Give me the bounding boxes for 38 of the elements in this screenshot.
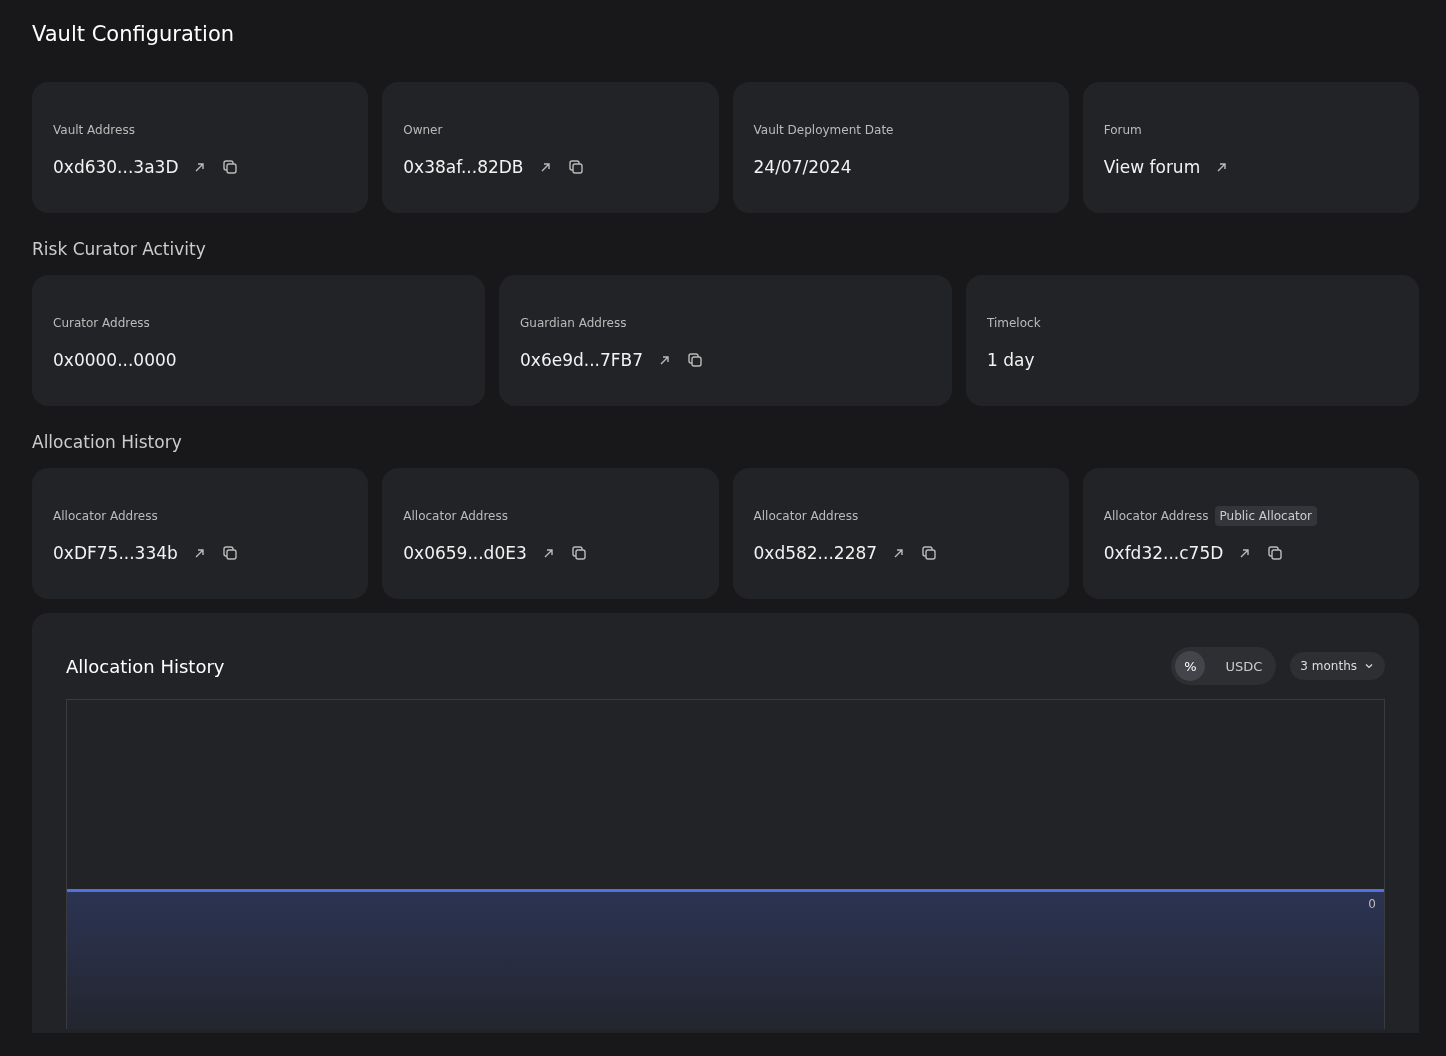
section-heading: Allocation History	[32, 432, 183, 452]
copy-icon[interactable]	[567, 158, 584, 175]
card-label: Owner	[403, 122, 443, 137]
axis-label: 0	[1368, 897, 1376, 911]
card-value: 0x6e9d...7FB7	[520, 349, 644, 370]
card-label: Allocator Address	[403, 508, 508, 523]
card-value: 24/07/2024	[753, 156, 852, 177]
forum-link[interactable]: View forum	[1103, 156, 1201, 177]
card-value: 0x0659...d0E3	[403, 542, 527, 563]
unit-option[interactable]: USDC	[1215, 651, 1273, 681]
card-value: 0xd630...3a3D	[53, 156, 179, 177]
period-dropdown[interactable]: 3 months	[1290, 652, 1385, 680]
copy-icon[interactable]	[921, 544, 938, 561]
copy-icon[interactable]	[222, 158, 239, 175]
allocator-badge: Public Allocator	[1214, 505, 1317, 526]
section-heading: Risk Curator Activity	[32, 239, 207, 259]
card-label: Forum	[1103, 122, 1142, 137]
card-value: 0xfd32...c75D	[1103, 542, 1224, 563]
card-label: Allocator Address	[753, 508, 859, 523]
card-value: 1 day	[987, 349, 1035, 370]
card-label: Guardian Address	[520, 315, 627, 330]
card-value: 0xd582...2287	[753, 542, 878, 563]
copy-icon[interactable]	[221, 544, 238, 561]
copy-icon[interactable]	[1267, 544, 1284, 561]
card-label: Vault Deployment Date	[753, 122, 894, 137]
card-label: Allocator Address	[1103, 508, 1209, 523]
copy-icon[interactable]	[570, 544, 587, 561]
card-label: Allocator Address	[53, 508, 158, 523]
card-value: 0x38af...82DB	[403, 156, 524, 177]
page-title: Vault Configuration	[32, 22, 236, 46]
copy-icon[interactable]	[687, 351, 704, 368]
card-label: Timelock	[987, 315, 1041, 330]
chart-title: Allocation History	[66, 655, 225, 677]
card-value: 0xDF75...334b	[53, 542, 178, 563]
card-label: Vault Address	[53, 122, 135, 137]
card-label: Curator Address	[53, 315, 150, 330]
unit-option[interactable]: %	[1175, 651, 1206, 681]
card-value: 0x0000...0000	[53, 349, 177, 370]
